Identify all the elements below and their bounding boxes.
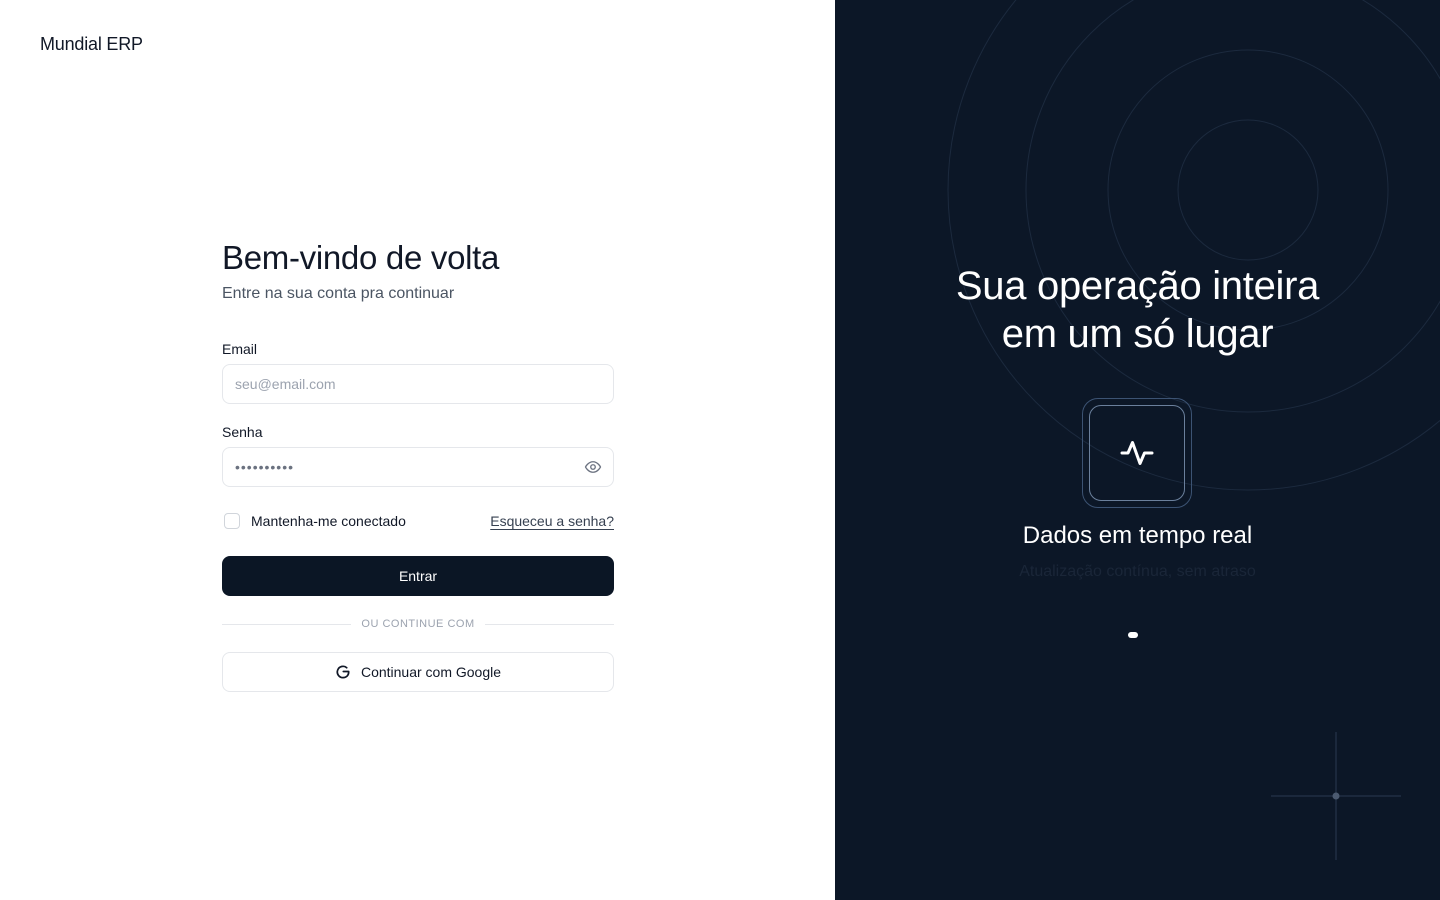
divider-line-left [222,623,352,625]
email-field-wrap [222,364,614,404]
email-group: Email [222,341,614,404]
brand-logo[interactable]: Mundial ERP [40,34,143,55]
submit-button[interactable]: Entrar [222,556,614,596]
forgot-password-link[interactable]: Esqueceu a senha? [490,513,614,529]
login-form: Bem-vindo de volta Entre na sua conta pr… [222,238,615,692]
email-input[interactable] [222,364,614,404]
google-signin-button[interactable]: Continuar com Google [222,652,614,692]
remember-checkbox[interactable] [224,513,240,529]
password-field-wrap [222,447,614,487]
divider: OU CONTINUE COM [222,618,615,630]
password-label: Senha [222,424,263,440]
hero-headline: Sua operação inteira em um só lugar [835,262,1440,358]
feature-icon-inner [1089,405,1185,501]
password-input[interactable] [222,447,614,487]
feature-title: Dados em tempo real [1022,522,1253,549]
google-icon [336,665,350,679]
divider-text: OU CONTINUE COM [361,618,475,630]
email-label: Email [222,341,258,357]
hero-headline-line1: Sua operação inteira [955,264,1320,308]
hero-headline-line2: em um só lugar [1001,312,1274,356]
eye-icon[interactable] [584,458,602,476]
divider-line-right [484,623,615,625]
remember-label: Mantenha-me conectado [251,513,406,529]
page-title: Bem-vindo de volta [222,239,500,276]
carousel-indicator-active[interactable] [1128,632,1138,638]
remember-me[interactable]: Mantenha-me conectado [222,513,406,529]
crosshair-decoration [1271,732,1401,860]
options-row: Mantenha-me conectado Esqueceu a senha? [222,510,614,532]
feature-description: Atualização contínua, sem atraso [1019,563,1256,580]
google-button-label: Continuar com Google [360,664,502,680]
activity-pulse-icon [1120,441,1154,465]
page-subtitle: Entre na sua conta pra continuar [222,285,455,302]
login-panel: Mundial ERP Bem-vindo de volta Entre na … [0,0,835,900]
hero-panel: Sua operação inteira em um só lugar Dado… [835,0,1440,900]
password-group: Senha [222,424,614,487]
feature-icon-box [1082,398,1192,508]
